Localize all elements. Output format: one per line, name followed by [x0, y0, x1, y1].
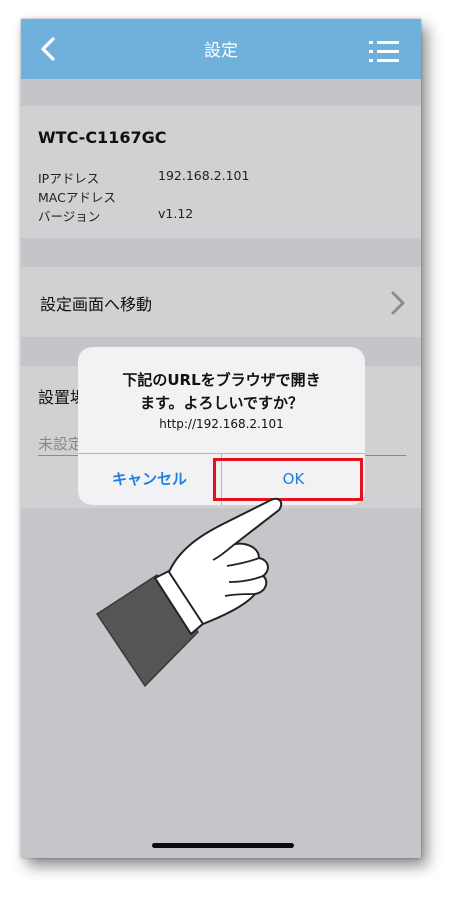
settings-link-label: 設定画面へ移動	[40, 295, 153, 314]
device-info-card: WTC-C1167GC IPアドレス 192.168.2.101 MACアドレス…	[21, 106, 421, 238]
navigation-bar: 設定	[21, 19, 421, 79]
home-indicator[interactable]	[152, 843, 294, 848]
dialog-title-line1: 下記のURLをブラウザで開き	[122, 371, 321, 389]
chevron-right-icon	[391, 291, 405, 315]
dialog-title: 下記のURLをブラウザで開き ます。よろしいですか？	[78, 369, 365, 415]
ip-label: IPアドレス	[38, 171, 100, 186]
ip-value: 192.168.2.101	[158, 168, 250, 183]
pointing-hand-icon	[95, 497, 283, 688]
section-spacer	[21, 238, 421, 267]
dialog-title-line2: ます。よろしいですか？	[139, 394, 304, 412]
list-menu-icon[interactable]	[369, 39, 399, 65]
section-spacer	[21, 79, 421, 106]
version-label: バージョン	[38, 209, 101, 224]
settings-page-link[interactable]: 設定画面へ移動	[21, 267, 421, 337]
device-name: WTC-C1167GC	[38, 128, 167, 147]
page-title: 設定	[204, 41, 238, 61]
dialog-url: http://192.168.2.101	[159, 417, 284, 431]
version-value: v1.12	[158, 206, 194, 221]
mac-label: MACアドレス	[38, 190, 116, 205]
